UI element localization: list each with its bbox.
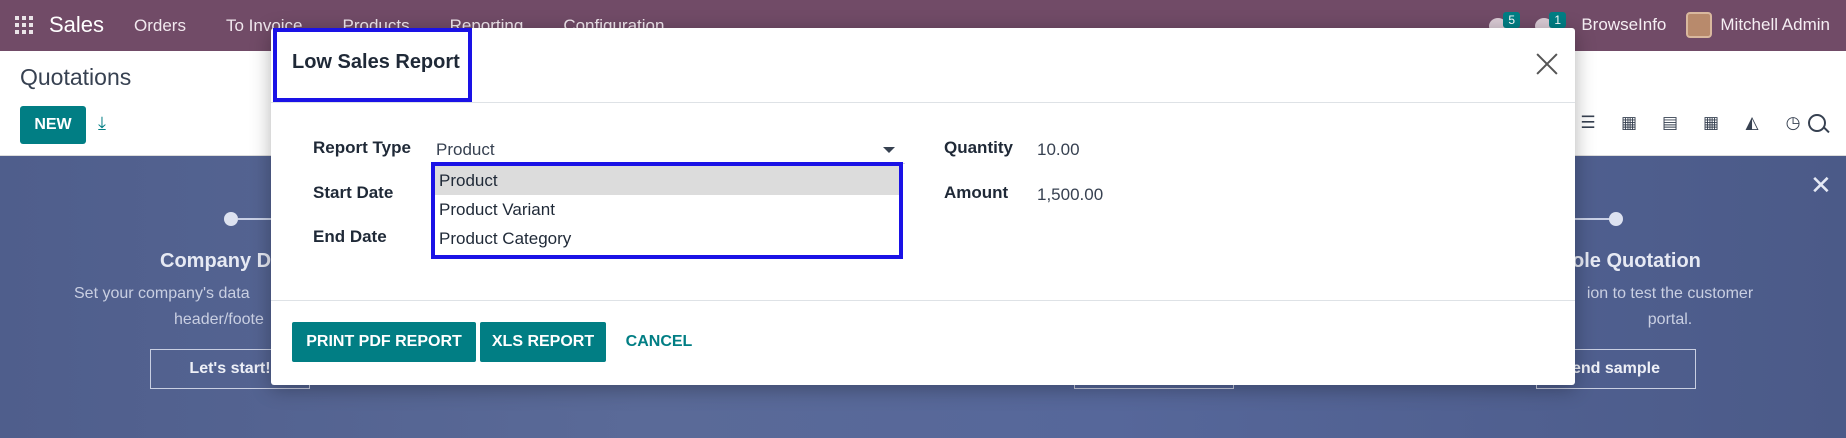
company-switcher[interactable]: BrowseInfo — [1581, 15, 1666, 35]
menu-item-orders[interactable]: Orders — [134, 16, 186, 36]
banner-step3-text-line: portal. — [1647, 311, 1693, 328]
option-product-variant[interactable]: Product Variant — [435, 195, 899, 224]
banner-step3-title: ole Quotation — [1572, 250, 1701, 272]
user-menu[interactable]: Mitchell Admin — [1686, 12, 1830, 38]
print-pdf-report-button[interactable]: PRINT PDF REPORT — [292, 322, 476, 362]
step-dot — [224, 212, 238, 226]
user-name: Mitchell Admin — [1720, 15, 1830, 34]
report-type-value: Product — [436, 140, 495, 159]
banner-close-icon[interactable]: ✕ — [1810, 170, 1832, 201]
close-icon[interactable] — [1533, 50, 1561, 78]
banner-step1-text-line: header/foote — [174, 311, 264, 328]
quantity-label: Quantity — [944, 138, 1013, 157]
list-view-icon[interactable]: ☰ — [1578, 113, 1598, 133]
page-title: Quotations — [20, 64, 132, 90]
activities-badge: 1 — [1549, 12, 1567, 28]
start-date-label: Start Date — [313, 183, 394, 202]
banner-step1-text-line: Set your company's data — [74, 285, 250, 302]
step-dot — [1609, 212, 1623, 226]
pivot-view-icon[interactable]: ▦ — [1701, 113, 1721, 133]
end-date-label: End Date — [313, 227, 387, 246]
caret-down-icon — [883, 147, 895, 153]
messages-badge: 5 — [1503, 12, 1521, 28]
search-icon[interactable] — [1808, 114, 1826, 132]
report-type-select[interactable]: Product — [433, 138, 905, 164]
quantity-field[interactable]: 10.00 — [1037, 140, 1080, 160]
report-type-label: Report Type — [313, 138, 411, 157]
banner-step3-text: ion to test the customer portal. — [1560, 281, 1780, 333]
xls-report-button[interactable]: XLS REPORT — [480, 322, 606, 362]
banner-step3-text-line: ion to test the customer — [1586, 285, 1754, 302]
activity-view-icon[interactable]: ◷ — [1783, 113, 1803, 133]
dialog-header: Low Sales Report — [271, 28, 1575, 103]
app-brand[interactable]: Sales — [49, 12, 104, 38]
amount-label: Amount — [944, 183, 1009, 202]
dialog-title: Low Sales Report — [292, 51, 460, 73]
option-product-category[interactable]: Product Category — [435, 224, 899, 253]
graph-view-icon[interactable]: ◭ — [1742, 113, 1762, 133]
new-button[interactable]: NEW — [20, 106, 86, 144]
calendar-view-icon[interactable]: ▤ — [1660, 113, 1680, 133]
banner-step1-text: Set your company's data header/foote — [74, 281, 274, 333]
download-icon[interactable]: ⤓ — [98, 113, 116, 133]
view-switcher: ☰ ▦ ▤ ▦ ◭ ◷ — [1578, 113, 1803, 133]
kanban-view-icon[interactable]: ▦ — [1619, 113, 1639, 133]
dialog-footer: PRINT PDF REPORT XLS REPORT CANCEL — [271, 300, 1575, 385]
report-type-dropdown: Product Product Variant Product Category — [431, 162, 903, 259]
banner-step1-title: Company D — [160, 250, 272, 272]
low-sales-report-dialog: Low Sales Report Report Type Product Sta… — [271, 28, 1575, 385]
avatar — [1686, 12, 1713, 38]
cancel-button[interactable]: CANCEL — [616, 322, 702, 362]
apps-grid-icon[interactable] — [15, 16, 33, 34]
option-product[interactable]: Product — [435, 166, 899, 195]
amount-field[interactable]: 1,500.00 — [1037, 185, 1103, 205]
